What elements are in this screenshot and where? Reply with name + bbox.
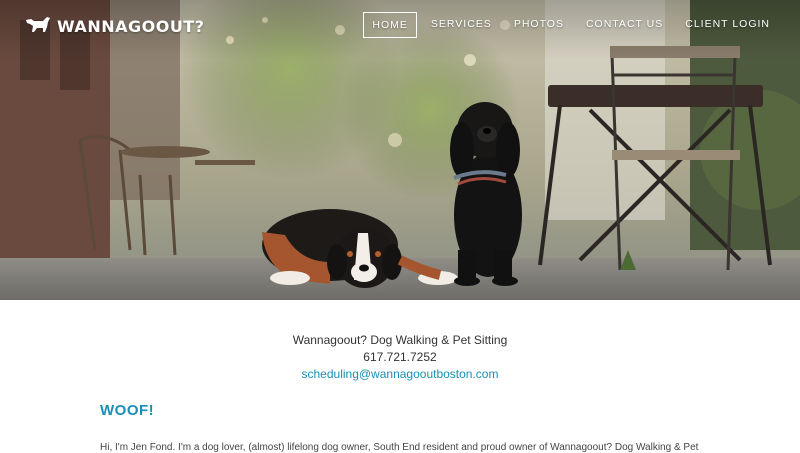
cocker-spaniel-dog [450,102,522,286]
brand-name: WANNAGOOUT? [57,17,205,36]
dog-icon [25,14,51,39]
nav-services-link[interactable]: SERVICES [423,12,500,38]
phone-number: 617.721.7252 [363,350,437,364]
main-menu: HOME SERVICES PHOTOS CONTACT US CLIENT L… [363,12,778,38]
intro-paragraph: Hi, I'm Jen Fond. I'm a dog lover, (almo… [100,442,699,453]
nav-home-link[interactable]: HOME [363,12,417,38]
business-title: Wannagoout? Dog Walking & Pet Sitting [292,333,508,347]
nav-photos-link[interactable]: PHOTOS [506,12,572,38]
contact-info: Wannagoout? Dog Walking & Pet Sitting 61… [0,332,800,383]
main-content: Wannagoout? Dog Walking & Pet Sitting 61… [0,300,800,453]
email-link[interactable]: scheduling@wannagooutboston.com [302,367,499,381]
section-heading: WOOF! [100,402,155,419]
nav-client-login-link[interactable]: CLIENT LOGIN [677,12,778,38]
hero-section: WANNAGOOUT? HOME SERVICES PHOTOS CONTACT… [0,0,800,300]
brand-logo[interactable]: WANNAGOOUT? [25,14,205,39]
nav-contact-us-link[interactable]: CONTACT US [578,12,671,38]
top-navigation: WANNAGOOUT? HOME SERVICES PHOTOS CONTACT… [0,0,800,50]
